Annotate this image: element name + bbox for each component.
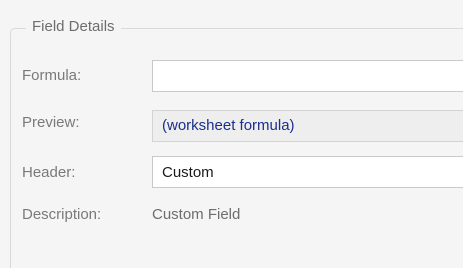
- header-label: Header:: [22, 164, 76, 181]
- description-label: Description:: [22, 206, 102, 223]
- formula-input[interactable]: [152, 60, 463, 92]
- header-input[interactable]: [152, 156, 463, 188]
- preview-field: (worksheet formula): [152, 110, 463, 142]
- description-value: Custom Field: [152, 206, 241, 223]
- field-details-legend: Field Details: [26, 16, 121, 38]
- formula-label: Formula:: [22, 67, 82, 84]
- preview-label: Preview:: [22, 114, 80, 131]
